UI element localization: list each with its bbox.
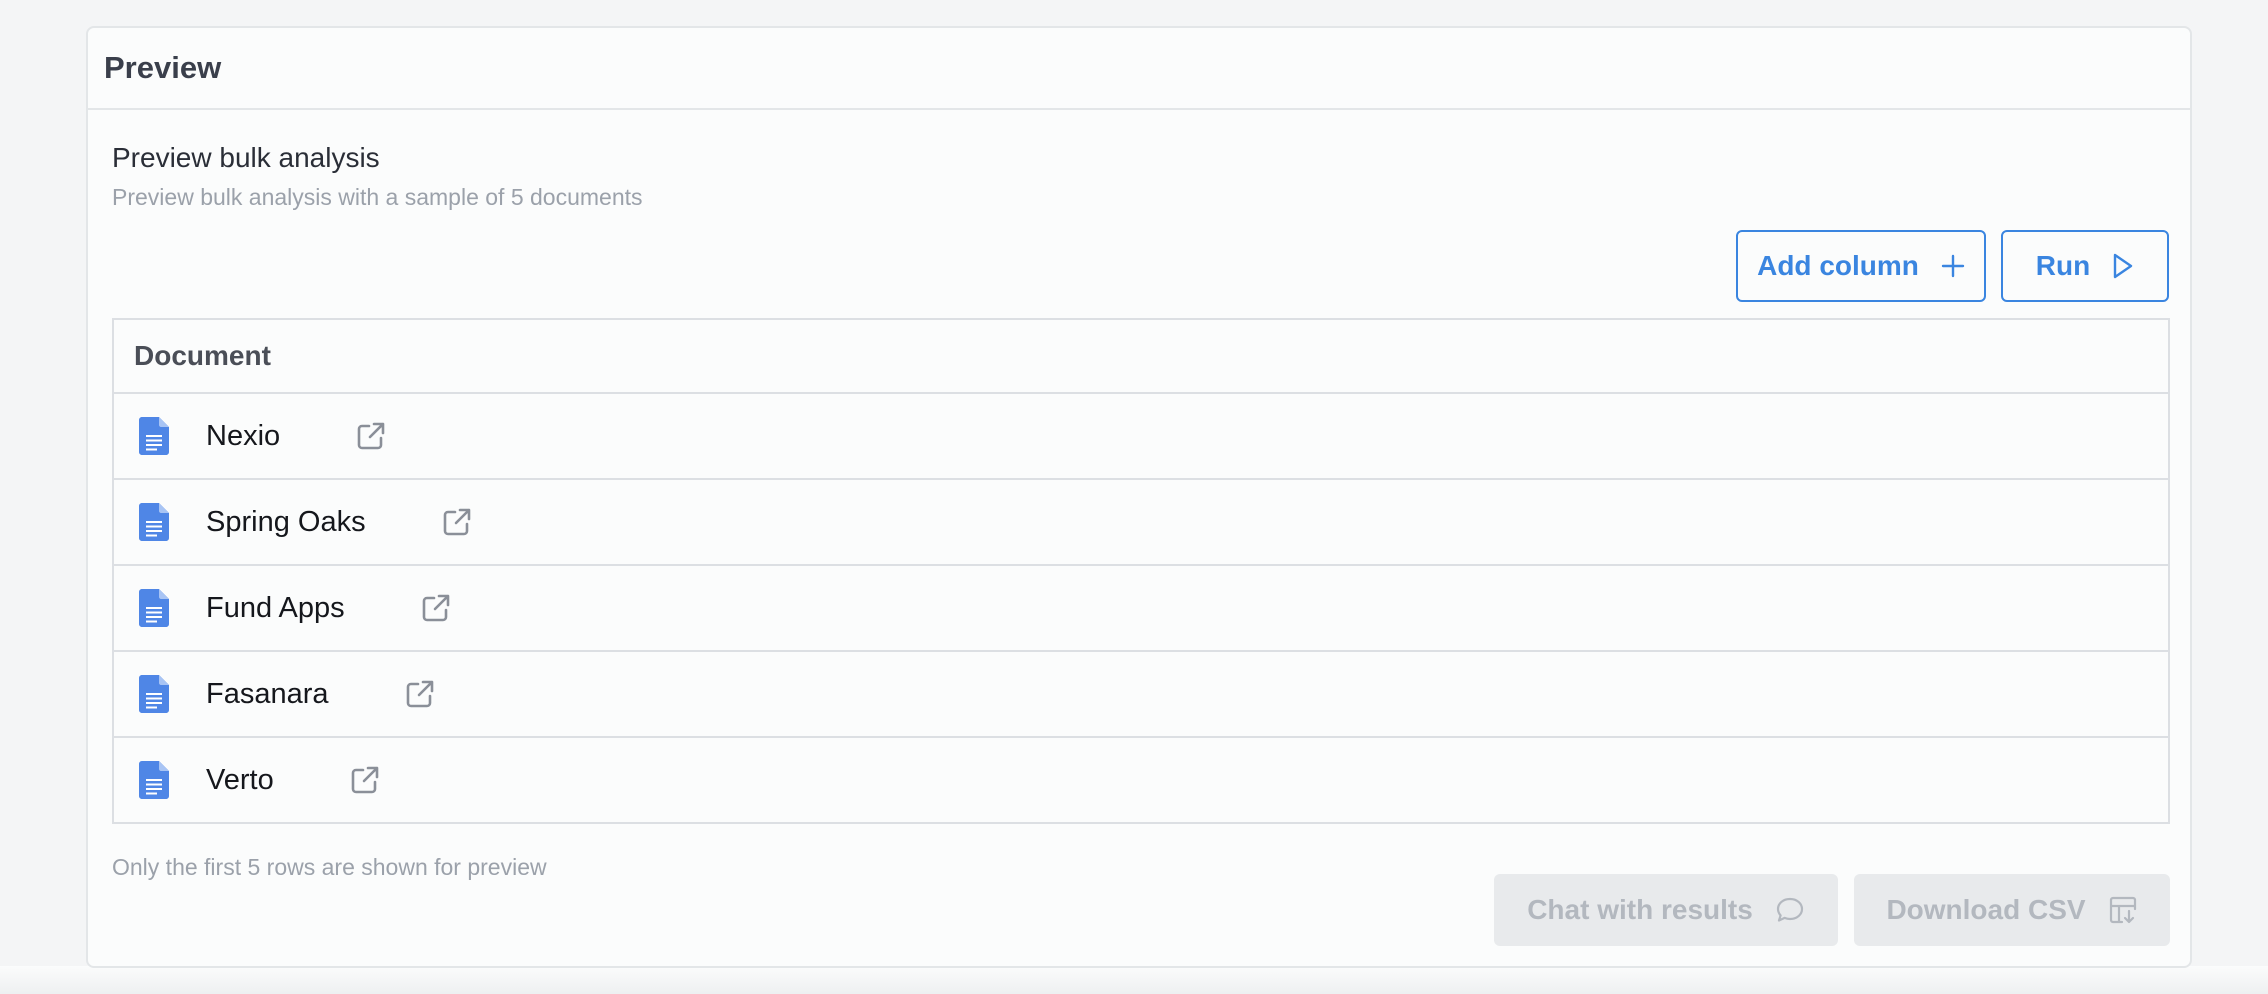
document-name[interactable]: Fund Apps (206, 592, 345, 625)
chat-with-results-label: Chat with results (1527, 894, 1753, 925)
table-download-icon (2109, 896, 2136, 924)
document-name[interactable]: Spring Oaks (206, 506, 366, 539)
chat-bubble-icon (1776, 897, 1803, 922)
google-doc-icon (139, 761, 169, 799)
preview-footnote: Only the first 5 rows are shown for prev… (112, 854, 547, 880)
page-bottom-shade (0, 966, 2268, 994)
preview-card: Preview Preview bulk analysis Preview bu… (86, 26, 2192, 968)
table-row[interactable]: Fund Apps (114, 566, 2168, 652)
plus-icon (1941, 254, 1965, 278)
external-link-icon[interactable] (442, 507, 472, 537)
documents-table: Document Nexio Spring Oaks Fund Apps Fas… (112, 318, 2170, 824)
google-doc-icon (139, 503, 169, 541)
document-name[interactable]: Verto (206, 764, 274, 797)
external-link-icon[interactable] (356, 421, 386, 451)
card-title: Preview (104, 50, 222, 85)
google-doc-icon (139, 589, 169, 627)
google-doc-icon (139, 675, 169, 713)
external-link-icon[interactable] (421, 593, 451, 623)
table-row[interactable]: Fasanara (114, 652, 2168, 738)
card-header: Preview (88, 28, 2190, 110)
section-subtitle: Preview bulk analysis with a sample of 5… (112, 184, 643, 210)
download-csv-label: Download CSV (1886, 894, 2086, 925)
add-column-label: Add column (1757, 250, 1919, 281)
run-label: Run (2035, 250, 2091, 281)
add-column-button[interactable]: Add column (1736, 230, 1986, 302)
table-row[interactable]: Verto (114, 738, 2168, 822)
google-doc-icon (139, 417, 169, 455)
table-row[interactable]: Spring Oaks (114, 480, 2168, 566)
external-link-icon[interactable] (405, 679, 435, 709)
document-name[interactable]: Nexio (206, 420, 280, 453)
run-button[interactable]: Run (2001, 230, 2169, 302)
play-icon (2114, 253, 2133, 279)
external-link-icon[interactable] (350, 765, 380, 795)
table-header-document: Document (114, 320, 2168, 394)
section-title: Preview bulk analysis (112, 142, 380, 173)
document-name[interactable]: Fasanara (206, 678, 329, 711)
chat-with-results-button[interactable]: Chat with results (1494, 874, 1838, 946)
download-csv-button[interactable]: Download CSV (1854, 874, 2170, 946)
table-row[interactable]: Nexio (114, 394, 2168, 480)
